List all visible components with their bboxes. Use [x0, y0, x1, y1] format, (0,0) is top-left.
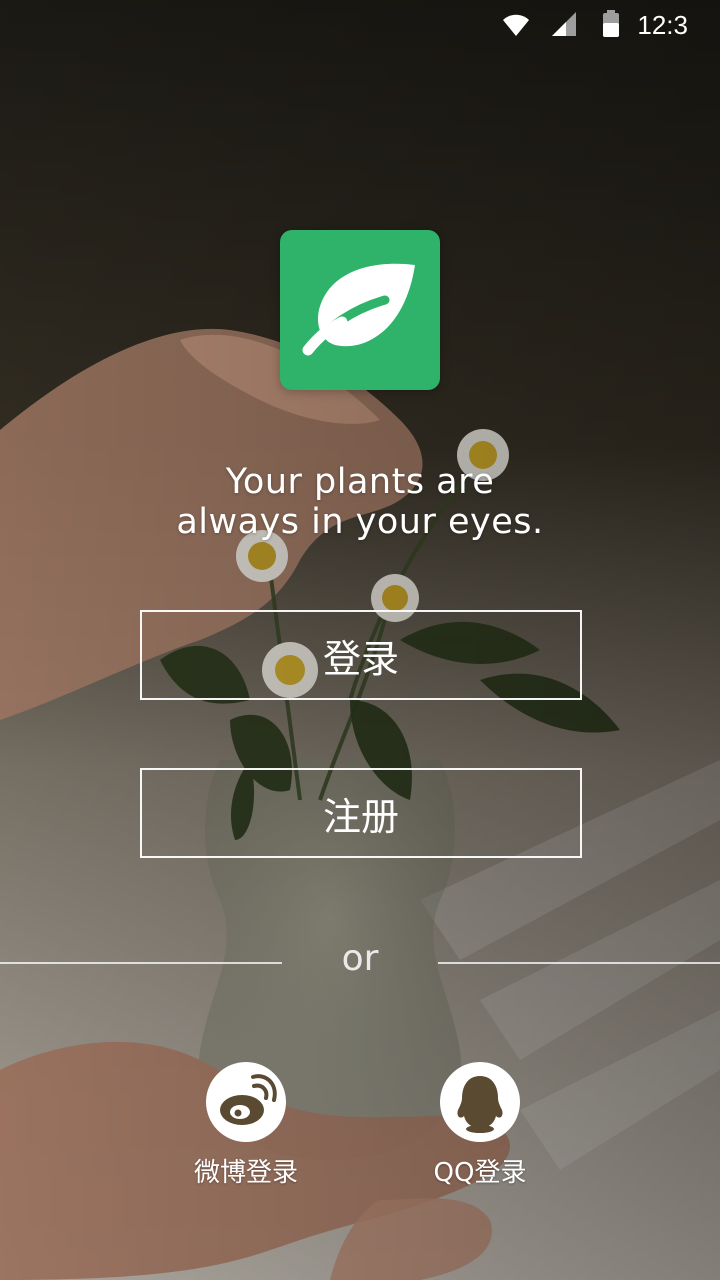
weibo-login-label: 微博登录	[193, 1158, 298, 1188]
battery-icon	[602, 10, 620, 42]
qq-login-label: QQ登录	[433, 1158, 527, 1188]
weibo-login-button[interactable]: 微博登录	[166, 1062, 326, 1189]
divider-or-text: or	[341, 938, 379, 979]
status-time: 12:3	[637, 10, 688, 40]
weibo-icon-circle[interactable]	[206, 1062, 286, 1142]
app-logo	[280, 230, 440, 390]
divider-line-right	[438, 962, 720, 964]
wifi-icon	[502, 10, 530, 42]
register-button[interactable]: 注册	[140, 768, 582, 858]
weibo-icon	[220, 1074, 277, 1125]
status-bar: 12:3	[0, 0, 720, 52]
login-button[interactable]: 登录	[140, 610, 582, 700]
tagline: Your plants are always in your eyes.	[100, 462, 620, 542]
leaf-icon	[302, 263, 415, 356]
qq-icon	[457, 1076, 503, 1133]
tagline-line-1: Your plants are	[225, 462, 495, 502]
cellular-signal-icon	[550, 10, 578, 42]
qq-icon-circle[interactable]	[440, 1062, 520, 1142]
divider-line-left	[0, 962, 282, 964]
tagline-line-2: always in your eyes.	[176, 502, 544, 542]
qq-login-button[interactable]: QQ登录	[400, 1062, 560, 1189]
